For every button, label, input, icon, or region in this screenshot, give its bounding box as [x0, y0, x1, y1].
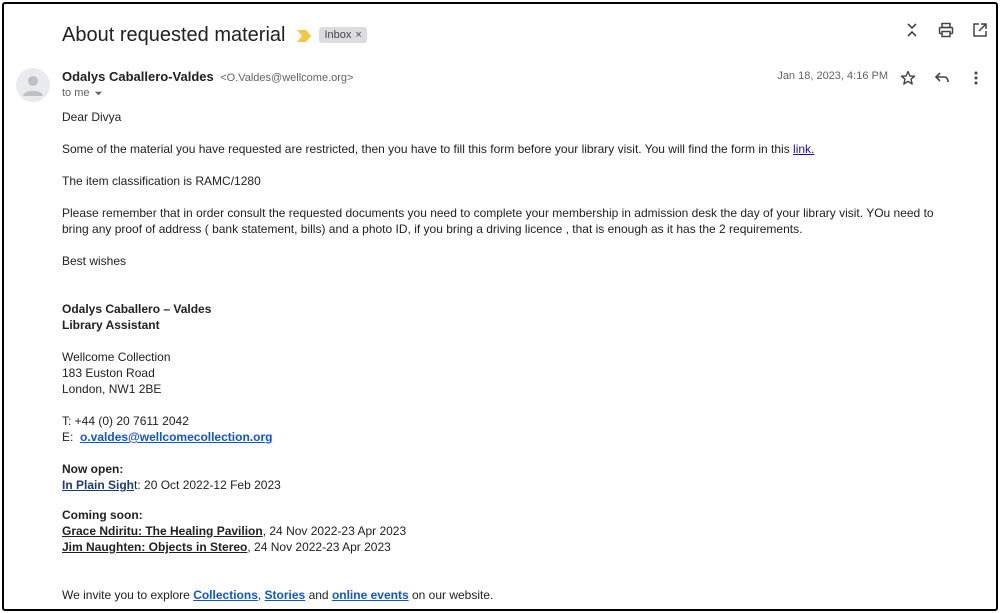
- coming-soon-dates-1: , 24 Nov 2022-23 Apr 2023: [262, 524, 407, 538]
- coming-soon-link-2[interactable]: Jim Naughten: Objects in Stereo: [62, 540, 247, 554]
- coming-soon-dates-2: , 24 Nov 2022-23 Apr 2023: [247, 540, 391, 554]
- more-vertical-icon[interactable]: [966, 68, 986, 88]
- signature-name: Odalys Caballero – Valdes: [62, 302, 212, 316]
- invite-line: We invite you to explore Collections, St…: [62, 587, 962, 603]
- paragraph-form-text: Some of the material you have requested …: [62, 142, 794, 156]
- closing: Best wishes: [62, 254, 127, 268]
- star-icon[interactable]: [898, 68, 918, 88]
- stories-link[interactable]: Stories: [265, 588, 306, 602]
- importance-marker-icon[interactable]: [297, 29, 312, 42]
- sender-name[interactable]: Odalys Caballero-Valdes: [62, 69, 214, 84]
- open-in-new-window-icon[interactable]: [970, 20, 990, 40]
- online-events-link[interactable]: online events: [332, 588, 409, 602]
- now-open-link[interactable]: In Plain Sigh: [62, 478, 134, 492]
- paragraph-classification: The item classification is RAMC/1280: [62, 174, 261, 188]
- avatar-person-icon: [16, 68, 50, 102]
- collections-link[interactable]: Collections: [193, 588, 258, 602]
- signature-address-line2: London, NW1 2BE: [62, 382, 162, 396]
- invite-text-post: on our website.: [408, 588, 494, 602]
- greeting: Dear Divya: [62, 110, 122, 124]
- form-link[interactable]: link.: [793, 142, 814, 156]
- invite-text-mid: and: [305, 588, 332, 602]
- email-window: About requested material Inbox × Odalys …: [2, 2, 998, 611]
- email-body: Dear Divya Some of the material you have…: [62, 109, 962, 603]
- paragraph-form-notice: Some of the material you have requested …: [62, 141, 962, 157]
- email-date: Jan 18, 2023, 4:16 PM: [777, 70, 888, 82]
- message-actions: [898, 68, 986, 88]
- signature-email-prefix: E:: [62, 430, 81, 444]
- inbox-label-text: Inbox: [324, 29, 352, 41]
- coming-soon-link-1[interactable]: Grace Ndiritu: The Healing Pavilion: [62, 524, 263, 538]
- inbox-label-chip[interactable]: Inbox ×: [319, 27, 367, 43]
- signature-address-line1: 183 Euston Road: [62, 366, 155, 380]
- signature-org: Wellcome Collection: [62, 350, 171, 364]
- recipient-label: to me: [62, 87, 90, 99]
- expand-collapse-icon[interactable]: [902, 20, 922, 40]
- invite-text-pre: We invite you to explore: [62, 588, 194, 602]
- signature-email-link[interactable]: o.valdes@wellcomecollection.org: [80, 430, 272, 444]
- now-open-line: In Plain Sight: 20 Oct 2022-12 Feb 2023: [62, 477, 962, 493]
- recipient-details-toggle[interactable]: to me: [62, 87, 103, 99]
- now-open-heading: Now open:: [62, 462, 124, 476]
- coming-soon-item-1: Grace Ndiritu: The Healing Pavilion, 24 …: [62, 523, 962, 539]
- chevron-down-icon: [94, 91, 102, 95]
- now-open-dates: : 20 Oct 2022-12 Feb 2023: [137, 478, 281, 492]
- invite-separator: ,: [257, 588, 265, 602]
- signature-email-line: E: o.valdes@wellcomecollection.org: [62, 429, 962, 445]
- signature-phone: T: +44 (0) 20 7611 2042: [62, 414, 189, 428]
- reply-icon[interactable]: [932, 68, 952, 88]
- subject-row: About requested material Inbox ×: [62, 21, 367, 49]
- coming-soon-item-2: Jim Naughten: Objects in Stereo, 24 Nov …: [62, 539, 962, 555]
- signature-role: Library Assistant: [62, 318, 160, 332]
- sender-email: <O.Valdes@wellcome.org>: [220, 72, 354, 84]
- remove-label-icon[interactable]: ×: [355, 29, 361, 41]
- coming-soon-heading: Coming soon:: [62, 508, 143, 522]
- print-icon[interactable]: [936, 20, 956, 40]
- paragraph-membership: Please remember that in order consult th…: [62, 206, 934, 236]
- thread-actions: [902, 20, 990, 40]
- email-subject: About requested material: [62, 23, 286, 46]
